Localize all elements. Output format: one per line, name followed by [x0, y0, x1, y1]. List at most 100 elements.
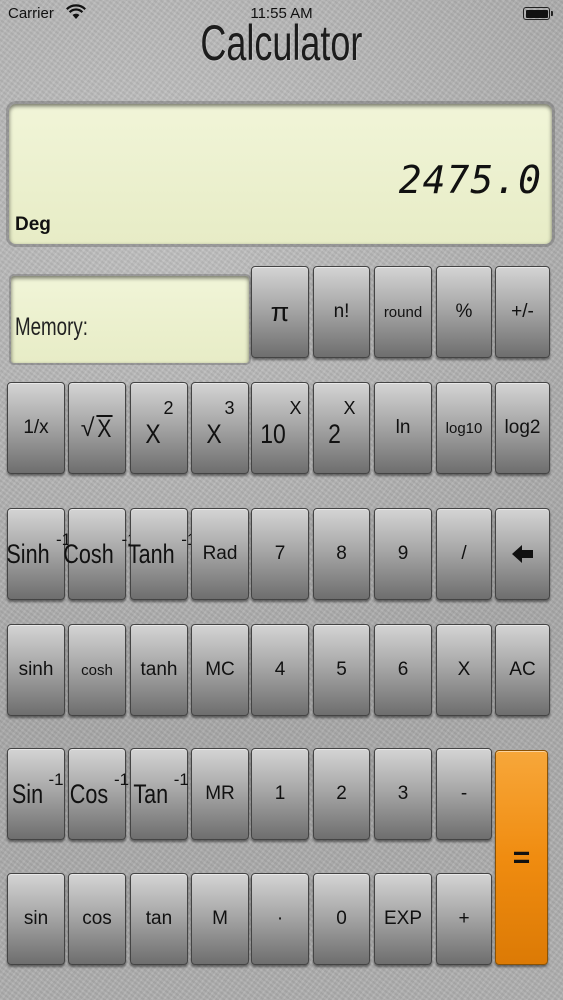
sinh-label: sinh [18, 659, 54, 680]
log2-button[interactable]: log2 [495, 382, 550, 474]
backspace-arrow-icon [511, 545, 533, 563]
square-button[interactable]: X2 [130, 382, 188, 474]
digit-3-button[interactable]: 3 [374, 748, 432, 840]
acos-button[interactable]: Cos -1 [68, 748, 130, 840]
acosh-base: Cosh [63, 538, 115, 569]
asinh-button[interactable]: Sinh -1 [6, 508, 71, 600]
square-root-button[interactable]: √ X [68, 382, 126, 474]
digit-7-button[interactable]: 7 [251, 508, 309, 600]
rad-button[interactable]: Rad [191, 508, 249, 600]
digit-2-label: 2 [336, 783, 347, 804]
equals-button[interactable]: = [495, 750, 548, 965]
plus-label: + [458, 908, 470, 929]
digit-4-button[interactable]: 4 [251, 624, 309, 716]
two-power-button[interactable]: 2X [313, 382, 370, 474]
square-exponent: 2 [163, 397, 174, 418]
multiply-label: X [457, 659, 471, 680]
two-power-exponent: X [343, 397, 356, 418]
exp-label: EXP [383, 908, 423, 929]
exp-button[interactable]: EXP [374, 873, 432, 965]
round-button[interactable]: round [374, 266, 432, 358]
ten-power-exponent: X [289, 397, 302, 418]
ln-button[interactable]: ln [374, 382, 432, 474]
percent-label: % [455, 301, 473, 322]
divide-button[interactable]: / [436, 508, 492, 600]
decimal-point-label: · [276, 908, 284, 929]
memory-label: Memory: [15, 313, 88, 341]
reciprocal-button[interactable]: 1/x [7, 382, 65, 474]
display-value: 2475.0 [398, 158, 542, 202]
digit-8-label: 8 [336, 543, 347, 564]
cube-exponent: 3 [224, 397, 235, 418]
digit-0-button[interactable]: 0 [313, 873, 370, 965]
tanh-button[interactable]: tanh [130, 624, 188, 716]
digit-0-label: 0 [336, 908, 347, 929]
log2-label: log2 [504, 417, 541, 438]
asin-base: Sin [12, 778, 44, 809]
divide-label: / [461, 543, 467, 564]
sin-label: sin [23, 908, 49, 929]
digit-5-button[interactable]: 5 [313, 624, 370, 716]
sin-button[interactable]: sin [7, 873, 65, 965]
acos-exponent: -1 [113, 770, 130, 789]
digit-4-label: 4 [274, 659, 286, 680]
memory-recall-button[interactable]: MR [191, 748, 249, 840]
acos-base: Cos [69, 778, 109, 809]
memory-display: Memory: [11, 276, 249, 363]
factorial-button[interactable]: n! [313, 266, 370, 358]
tan-label: tan [145, 908, 173, 929]
atanh-button[interactable]: Tanh -1 [128, 508, 196, 600]
memory-store-label: M [212, 908, 228, 929]
calculator-display: 2475.0 Deg [9, 104, 552, 244]
pi-label: π [270, 296, 290, 327]
digit-8-button[interactable]: 8 [313, 508, 370, 600]
log10-label: log10 [445, 419, 483, 437]
plus-button[interactable]: + [436, 873, 492, 965]
minus-label: - [460, 783, 468, 804]
acosh-button[interactable]: Cosh-1 [64, 508, 137, 600]
ln-label: ln [395, 417, 411, 438]
percent-button[interactable]: % [436, 266, 492, 358]
sign-toggle-button[interactable]: +/- [495, 266, 550, 358]
digit-5-label: 5 [336, 659, 347, 680]
log10-button[interactable]: log10 [436, 382, 492, 474]
digit-7-label: 7 [274, 543, 286, 564]
rad-label: Rad [202, 543, 238, 564]
factorial-label: n! [333, 301, 350, 322]
atan-base: Tan [133, 778, 169, 809]
cos-label: cos [82, 908, 112, 929]
square-root-symbol: √ [80, 413, 95, 442]
all-clear-label: AC [509, 659, 536, 680]
sinh-button[interactable]: sinh [7, 624, 65, 716]
digit-1-label: 1 [274, 783, 286, 804]
digit-1-button[interactable]: 1 [251, 748, 309, 840]
cos-button[interactable]: cos [68, 873, 126, 965]
memory-store-button[interactable]: M [191, 873, 249, 965]
tanh-label: tanh [140, 659, 178, 680]
two-power-base: 2 [328, 418, 342, 449]
cosh-label: cosh [81, 661, 113, 679]
memory-clear-button[interactable]: MC [191, 624, 249, 716]
multiply-button[interactable]: X [436, 624, 492, 716]
cube-base: X [206, 418, 223, 449]
equals-label: = [512, 840, 531, 874]
cube-button[interactable]: X3 [191, 382, 249, 474]
ten-power-base: 10 [260, 418, 287, 449]
atan-exponent: -1 [173, 770, 189, 789]
ten-power-button[interactable]: 10 X [251, 382, 309, 474]
reciprocal-label: 1/x [23, 417, 49, 438]
digit-9-button[interactable]: 9 [374, 508, 432, 600]
decimal-point-button[interactable]: · [251, 873, 309, 965]
digit-3-label: 3 [397, 783, 409, 804]
asin-button[interactable]: Sin -1 [7, 748, 65, 840]
atan-button[interactable]: Tan -1 [130, 748, 189, 840]
tan-button[interactable]: tan [130, 873, 188, 965]
all-clear-button[interactable]: AC [495, 624, 550, 716]
digit-2-button[interactable]: 2 [313, 748, 370, 840]
digit-6-button[interactable]: 6 [374, 624, 432, 716]
cosh-button[interactable]: cosh [68, 624, 126, 716]
asinh-base: Sinh [6, 538, 50, 569]
minus-button[interactable]: - [436, 748, 492, 840]
backspace-button[interactable] [495, 508, 550, 600]
pi-button[interactable]: π [251, 266, 309, 358]
